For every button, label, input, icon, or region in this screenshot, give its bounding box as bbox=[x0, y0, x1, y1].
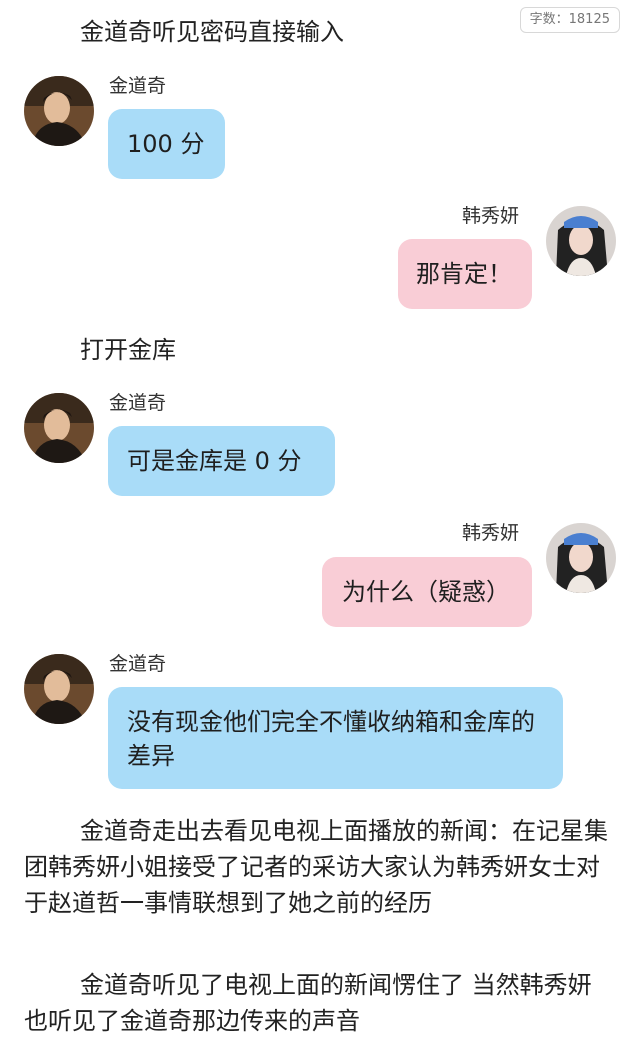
female-avatar-icon[interactable] bbox=[546, 206, 616, 276]
message-bubble-left[interactable]: 可是金库是 0 分 bbox=[108, 426, 335, 496]
speaker-name: 韩秀妍 bbox=[462, 522, 520, 544]
male-avatar-icon[interactable] bbox=[24, 76, 94, 146]
male-avatar-icon[interactable] bbox=[24, 393, 94, 463]
speaker-name: 金道奇 bbox=[109, 653, 167, 675]
speaker-name: 韩秀妍 bbox=[462, 205, 520, 227]
female-avatar-icon[interactable] bbox=[546, 523, 616, 593]
message-bubble-left[interactable]: 100 分 bbox=[108, 109, 225, 179]
narration-line: 金道奇听见密码直接输入 bbox=[80, 18, 344, 46]
male-avatar-icon[interactable] bbox=[24, 654, 94, 724]
narration-paragraph: 金道奇走出去看见电视上面播放的新闻：在记星集团韩秀妍小姐接受了记者的采访大家认为… bbox=[24, 817, 608, 917]
message-bubble-right[interactable]: 为什么（疑惑） bbox=[322, 557, 532, 627]
message-bubble-right[interactable]: 那肯定！ bbox=[398, 239, 532, 309]
message-bubble-left[interactable]: 没有现金他们完全不懂收纳箱和金库的差异 bbox=[108, 687, 563, 789]
speaker-name: 金道奇 bbox=[109, 75, 167, 97]
narration-line: 打开金库 bbox=[80, 336, 176, 364]
speaker-name: 金道奇 bbox=[109, 392, 167, 414]
narration-paragraph: 金道奇听见了电视上面的新闻愣住了 当然韩秀妍也听见了金道奇那边传来的声音 bbox=[24, 971, 592, 1035]
